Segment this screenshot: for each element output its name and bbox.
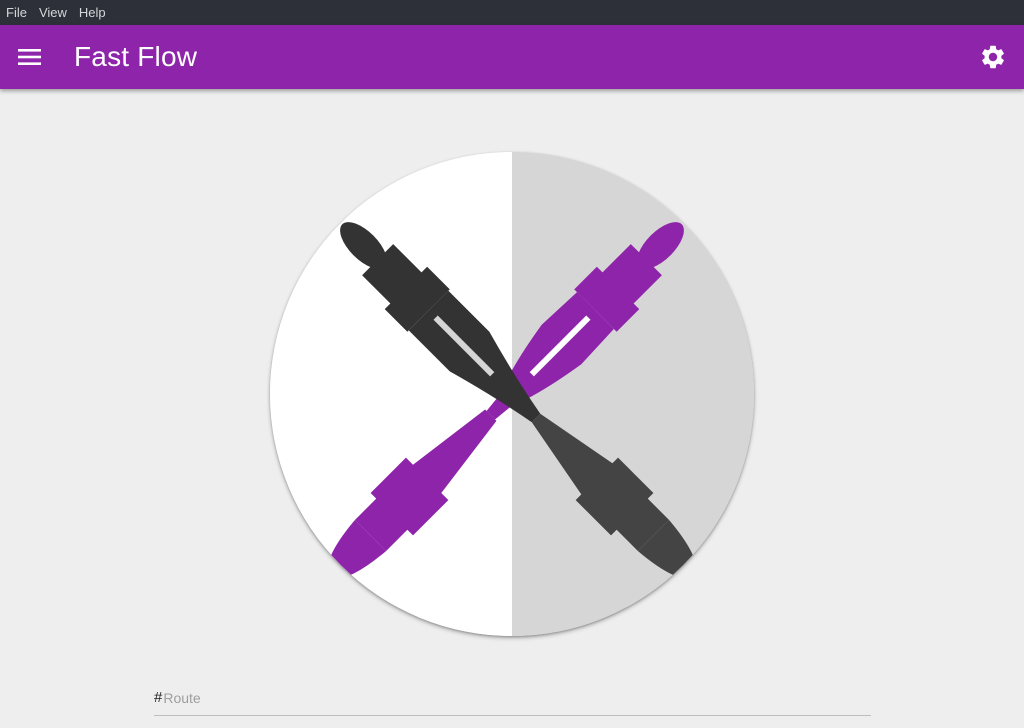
app-title: Fast Flow [74,41,198,72]
route-prefix: # [154,689,163,706]
menu-help[interactable]: Help [73,0,112,25]
menubar: File View Help [0,0,1024,25]
route-input[interactable] [162,689,864,706]
route-field: # [154,680,871,716]
app-bar: Fast Flow [0,25,1024,89]
gear-icon[interactable] [979,43,1007,71]
menu-view[interactable]: View [33,0,73,25]
menu-file[interactable]: File [0,0,33,25]
crossed-pens-logo [270,152,754,636]
hamburger-menu-icon[interactable] [17,45,43,69]
